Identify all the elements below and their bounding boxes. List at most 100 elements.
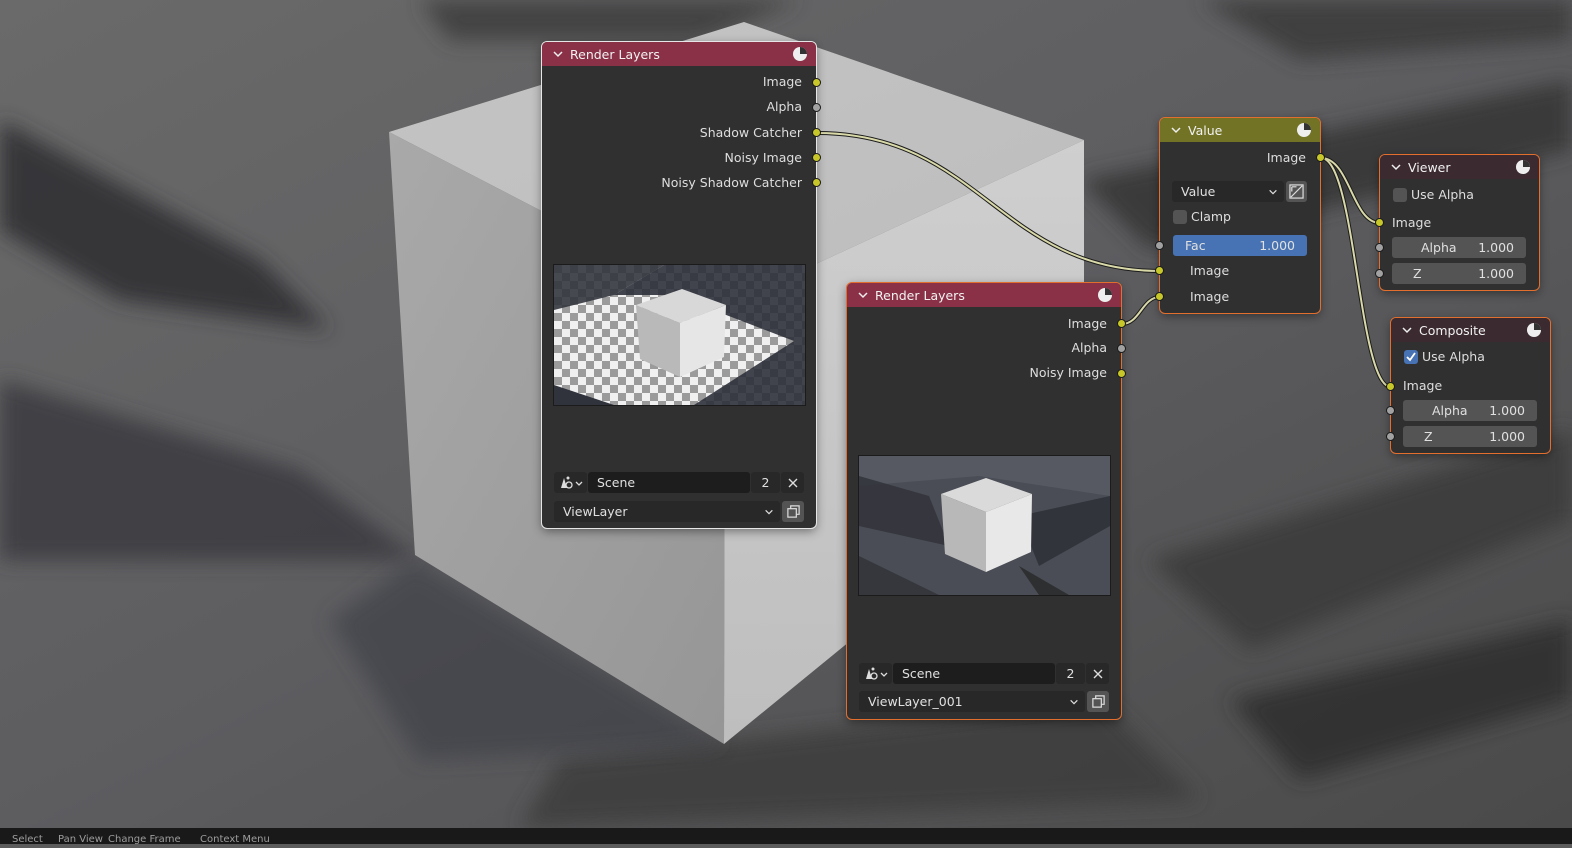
preview-image (859, 456, 1110, 595)
render-layers-node-2[interactable]: Render Layers Image Alpha Noisy Image Sc… (846, 282, 1122, 720)
chevron-down-icon[interactable] (1401, 324, 1413, 336)
use-alpha-label: Use Alpha (1422, 349, 1485, 364)
render-sphere-icon[interactable] (1097, 287, 1113, 303)
socket-viewer-z[interactable] (1375, 269, 1384, 278)
render-sphere-icon[interactable] (1515, 159, 1531, 175)
curve-icon (1289, 184, 1304, 199)
z-value: 1.000 (1478, 266, 1514, 281)
output-image: Image (762, 74, 802, 89)
output-noisy-image: Noisy Image (1029, 365, 1107, 380)
node-header[interactable]: Render Layers (847, 283, 1121, 307)
z-field[interactable]: Z 1.000 (1392, 263, 1526, 284)
render-sphere-icon[interactable] (792, 46, 808, 62)
z-label: Z (1413, 266, 1422, 281)
alpha-value: 1.000 (1478, 240, 1514, 255)
viewer-node[interactable]: Viewer Use Alpha Image Alpha 1.000 Z 1.0… (1379, 154, 1540, 291)
chevron-down-icon[interactable] (1390, 161, 1402, 173)
status-item: Context Menu (200, 834, 270, 845)
z-field[interactable]: Z 1.000 (1403, 426, 1537, 447)
output-shadow-catcher: Shadow Catcher (699, 125, 802, 140)
users-count: 2 (761, 475, 770, 490)
socket-noisy-shadow-catcher[interactable] (812, 178, 821, 187)
x-icon (1093, 669, 1103, 679)
scene-field[interactable]: Scene (588, 472, 750, 493)
clamp-label: Clamp (1191, 209, 1231, 224)
view-layer-copy-button[interactable] (1087, 691, 1109, 712)
render-preview (858, 455, 1111, 596)
use-alpha-label: Use Alpha (1411, 187, 1474, 202)
status-item: Change Frame (108, 834, 181, 845)
chevron-down-icon[interactable] (1170, 124, 1182, 136)
output-noisy-image: Noisy Image (724, 150, 802, 165)
socket-alpha[interactable] (812, 103, 821, 112)
dropdown-value: Value (1181, 184, 1216, 199)
output-alpha: Alpha (766, 99, 802, 114)
view-layer-dropdown[interactable]: ViewLayer (554, 501, 780, 522)
view-layer-dropdown[interactable]: ViewLayer_001 (859, 691, 1085, 712)
node-header[interactable]: Composite (1391, 318, 1550, 342)
socket-alpha[interactable] (1117, 344, 1126, 353)
socket-input-image-2[interactable] (1155, 292, 1164, 301)
scene-browse-button[interactable] (859, 663, 892, 684)
scene-field[interactable]: Scene (893, 663, 1055, 684)
preview-image (554, 265, 805, 405)
fac-label: Fac (1185, 238, 1206, 253)
scene-users-count[interactable]: 2 (1056, 663, 1085, 684)
view-layer-copy-button[interactable] (782, 501, 804, 522)
status-item: Pan View (58, 834, 103, 845)
render-sphere-icon[interactable] (1526, 322, 1542, 338)
use-alpha-checkbox[interactable] (1393, 188, 1407, 202)
socket-viewer-alpha[interactable] (1375, 243, 1384, 252)
unlink-scene-button[interactable] (1086, 663, 1109, 684)
socket-noisy-image[interactable] (812, 153, 821, 162)
x-icon (788, 478, 798, 488)
fac-field[interactable]: Fac 1.000 (1173, 235, 1307, 256)
scene-name: Scene (597, 475, 636, 490)
output-noisy-shadow-catcher: Noisy Shadow Catcher (661, 175, 802, 190)
users-count: 2 (1066, 666, 1075, 681)
clamp-checkbox[interactable] (1173, 210, 1187, 224)
chevron-down-icon (1269, 189, 1277, 195)
output-alpha: Alpha (1071, 340, 1107, 355)
socket-composite-z[interactable] (1386, 432, 1395, 441)
output-image: Image (1067, 316, 1107, 331)
render-layers-node[interactable]: Render Layers Image Alpha Shadow Catcher… (541, 41, 817, 529)
socket-composite-image[interactable] (1386, 382, 1395, 391)
scene-browse-button[interactable] (554, 472, 587, 493)
value-type-dropdown[interactable]: Value (1172, 181, 1284, 202)
node-header[interactable]: Render Layers (542, 42, 816, 66)
render-preview (553, 264, 806, 406)
socket-value-output[interactable] (1316, 153, 1325, 162)
socket-shadow-catcher[interactable] (812, 128, 821, 137)
scene-name: Scene (902, 666, 941, 681)
socket-composite-alpha[interactable] (1386, 406, 1395, 415)
value-node[interactable]: Value Image Value Clamp Fac 1.000 Image … (1159, 117, 1321, 314)
chevron-down-icon[interactable] (857, 289, 869, 301)
render-sphere-icon[interactable] (1296, 122, 1312, 138)
node-title: Composite (1419, 322, 1486, 338)
unlink-scene-button[interactable] (781, 472, 804, 493)
socket-viewer-image[interactable] (1375, 218, 1384, 227)
node-header[interactable]: Value (1160, 118, 1320, 142)
use-alpha-checkbox[interactable] (1404, 350, 1418, 364)
alpha-field[interactable]: Alpha 1.000 (1392, 237, 1526, 258)
input-image: Image (1190, 263, 1230, 278)
input-image-2: Image (1190, 289, 1230, 304)
output-image: Image (1266, 150, 1306, 165)
chevron-down-icon[interactable] (552, 48, 564, 60)
socket-image[interactable] (812, 78, 821, 87)
scene-users-count[interactable]: 2 (751, 472, 780, 493)
composite-node[interactable]: Composite Use Alpha Image Alpha 1.000 Z … (1390, 317, 1551, 454)
socket-image[interactable] (1117, 319, 1126, 328)
node-header[interactable]: Viewer (1380, 155, 1539, 179)
alpha-field[interactable]: Alpha 1.000 (1403, 400, 1537, 421)
socket-noisy-image[interactable] (1117, 369, 1126, 378)
socket-fac[interactable] (1155, 241, 1164, 250)
socket-input-image[interactable] (1155, 266, 1164, 275)
curve-picker-button[interactable] (1286, 181, 1307, 202)
node-title: Viewer (1408, 159, 1451, 175)
scene-icon (866, 667, 888, 680)
alpha-label: Alpha (1421, 240, 1457, 255)
z-value: 1.000 (1489, 429, 1525, 444)
copy-icon (1092, 695, 1105, 708)
